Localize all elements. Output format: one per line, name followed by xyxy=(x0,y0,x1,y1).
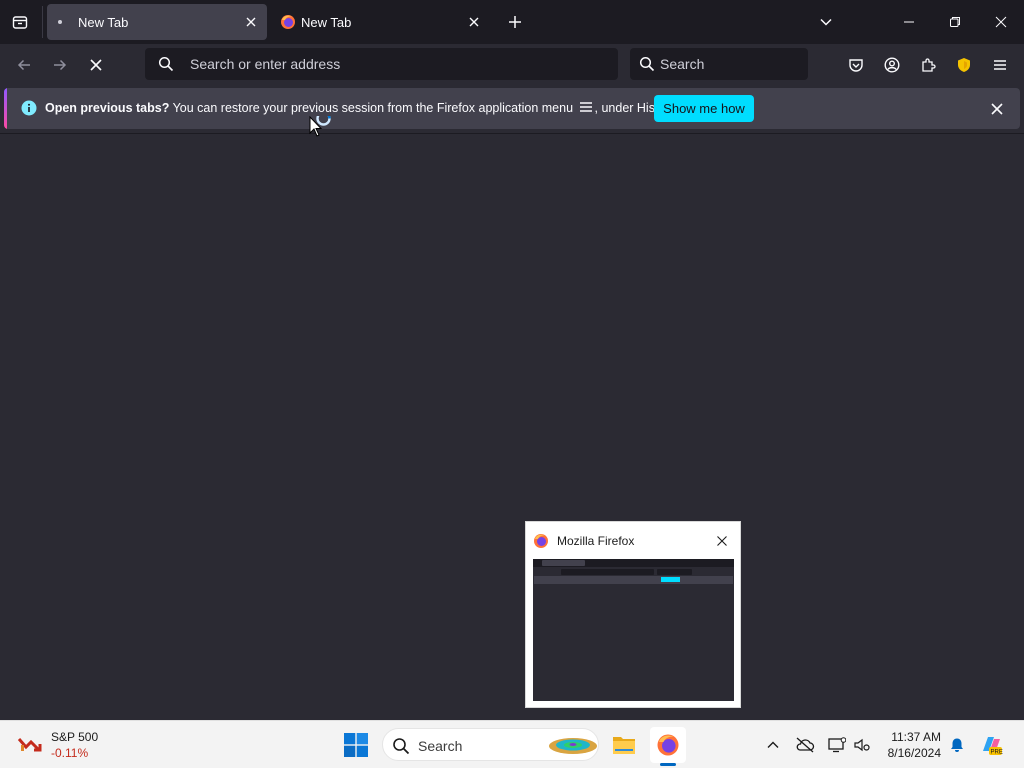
firefox-logo-icon xyxy=(533,533,549,549)
stop-x-icon xyxy=(90,59,102,71)
close-tab-icon[interactable] xyxy=(243,14,259,30)
firefox-logo-icon xyxy=(280,14,296,30)
thumbnail-button xyxy=(661,577,680,582)
busy-cursor-icon xyxy=(309,111,333,143)
app-menu-button[interactable] xyxy=(985,50,1015,80)
arrow-left-icon xyxy=(17,59,30,71)
speaker-settings-icon xyxy=(854,738,870,752)
search-icon xyxy=(158,56,174,77)
cloud-off-icon xyxy=(796,737,815,753)
preview-title: Mozilla Firefox xyxy=(557,534,635,548)
nav-bar: Search or enter address Search xyxy=(0,44,1024,86)
restore-icon xyxy=(950,17,960,27)
search-highlight-icon xyxy=(548,734,598,756)
stop-button[interactable] xyxy=(81,50,111,80)
tab-strip: New Tab New Tab xyxy=(0,0,1024,44)
info-icon xyxy=(21,100,37,116)
hamburger-menu-icon xyxy=(579,101,593,116)
active-app-indicator xyxy=(660,763,676,766)
minimize-button[interactable] xyxy=(886,0,932,44)
chevron-down-icon xyxy=(820,18,832,26)
arrow-right-icon xyxy=(54,59,67,71)
close-preview-button[interactable] xyxy=(714,533,730,549)
taskbar-window-preview[interactable]: Mozilla Firefox xyxy=(525,521,741,708)
pocket-button[interactable] xyxy=(841,50,871,80)
bell-icon xyxy=(951,738,963,752)
copilot-button[interactable]: PRE xyxy=(979,733,1003,757)
extensions-button[interactable] xyxy=(913,50,943,80)
windows-taskbar: S&P 500 -0.11% Search 11:37 AM 8/16/2024… xyxy=(0,720,1024,768)
session-restore-notification: Open previous tabs? You can restore your… xyxy=(4,88,1020,129)
close-icon xyxy=(995,16,1007,28)
notifications-button[interactable] xyxy=(945,733,969,757)
notification-text: You can restore your previous session fr… xyxy=(169,101,574,115)
hamburger-menu-icon xyxy=(994,60,1006,70)
loading-dot-icon xyxy=(58,20,62,24)
firefox-taskbar-button[interactable] xyxy=(650,727,686,763)
stock-change: -0.11% xyxy=(51,746,89,760)
show-hidden-icons-button[interactable] xyxy=(761,733,785,757)
close-notification-button[interactable] xyxy=(987,99,1007,119)
shield-icon xyxy=(958,58,970,72)
close-icon xyxy=(717,536,727,546)
taskbar-search-placeholder: Search xyxy=(418,738,463,754)
svg-text:PRE: PRE xyxy=(991,750,1003,756)
search-bar-placeholder: Search xyxy=(660,56,705,72)
taskbar-search-box[interactable]: Search xyxy=(382,728,599,761)
stock-name: S&P 500 xyxy=(51,730,99,744)
clock-time[interactable]: 11:37 AM xyxy=(875,730,941,744)
tab-title: New Tab xyxy=(301,15,352,30)
close-tab-icon[interactable] xyxy=(466,14,482,30)
thumbnail-active-tab xyxy=(542,560,585,566)
account-button[interactable] xyxy=(877,50,907,80)
preview-thumbnail xyxy=(533,559,734,701)
thumbnail-notification xyxy=(534,576,733,584)
search-bar[interactable]: Search xyxy=(630,48,808,80)
stock-widget-icon[interactable] xyxy=(17,733,45,755)
volume-settings-button[interactable] xyxy=(850,733,874,757)
search-icon xyxy=(392,737,410,760)
address-bar[interactable]: Search or enter address xyxy=(145,48,618,80)
network-icon xyxy=(828,737,846,753)
account-icon xyxy=(884,57,900,73)
puzzle-icon xyxy=(922,58,936,72)
firefox-logo-icon xyxy=(657,734,679,756)
thumbnail-search-bar xyxy=(657,569,692,575)
tab-new-tab-2[interactable]: New Tab xyxy=(270,4,490,40)
windows-start-icon[interactable] xyxy=(344,733,368,757)
minimize-icon xyxy=(904,21,914,23)
folder-icon xyxy=(613,737,635,754)
show-me-how-button[interactable]: Show me how xyxy=(654,95,754,122)
clock-date[interactable]: 8/16/2024 xyxy=(875,746,941,760)
back-button[interactable] xyxy=(9,50,39,80)
search-icon xyxy=(639,56,655,77)
thumbnail-address-bar xyxy=(561,569,654,575)
copilot-icon: PRE xyxy=(983,737,1003,756)
notification-title: Open previous tabs? xyxy=(45,101,170,115)
notification-message: Open previous tabs? You can restore your… xyxy=(45,101,678,116)
restore-button[interactable] xyxy=(932,0,978,44)
close-window-button[interactable] xyxy=(978,0,1024,44)
firefox-view-button[interactable] xyxy=(6,8,34,36)
tab-title: New Tab xyxy=(78,15,129,30)
chevron-up-icon xyxy=(767,741,779,748)
close-icon xyxy=(991,103,1003,115)
notification-accent xyxy=(4,88,7,129)
content-divider xyxy=(0,133,1024,134)
address-bar-placeholder: Search or enter address xyxy=(190,56,341,72)
file-explorer-button[interactable] xyxy=(606,727,642,763)
onedrive-offline-button[interactable] xyxy=(793,733,817,757)
plus-icon xyxy=(509,16,521,28)
shield-extension-button[interactable] xyxy=(949,50,979,80)
list-all-tabs-button[interactable] xyxy=(813,8,839,36)
tab-separator xyxy=(42,6,43,38)
new-tab-button[interactable] xyxy=(502,8,528,36)
forward-button[interactable] xyxy=(45,50,75,80)
firefox-view-icon xyxy=(12,16,28,29)
network-button[interactable] xyxy=(825,733,849,757)
pocket-icon xyxy=(849,59,863,72)
tab-new-tab-1[interactable]: New Tab xyxy=(47,4,267,40)
